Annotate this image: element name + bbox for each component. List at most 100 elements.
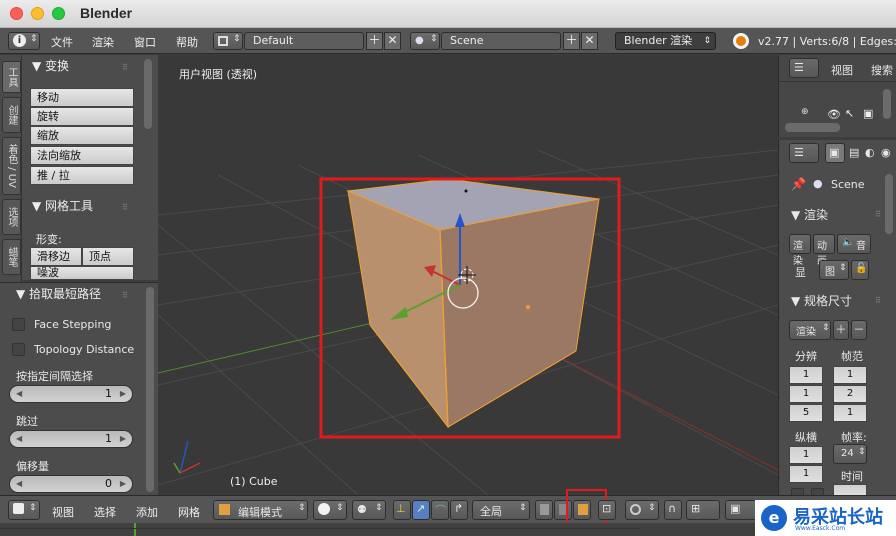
mesh-menu[interactable]: 网格 <box>178 504 200 520</box>
scene-select-button[interactable]: ● ⇕ <box>410 32 440 50</box>
select-menu[interactable]: 选择 <box>94 504 116 520</box>
rotate-button[interactable]: 旋转 <box>30 107 134 126</box>
add-layout-button[interactable]: ＋ <box>366 32 383 50</box>
selectable-arrow-icon[interactable]: ↖ <box>845 107 854 120</box>
outliner-search-menu[interactable]: 搜索 <box>871 62 893 78</box>
render-context-button[interactable]: ▣ <box>825 143 845 163</box>
scale-button[interactable]: 缩放 <box>30 126 134 145</box>
tab-shading-uv[interactable]: 着色 / UV <box>2 137 21 195</box>
decrement-arrow-icon[interactable]: ◀ <box>16 476 22 492</box>
aspect-y-field[interactable]: 1 <box>789 465 823 483</box>
tab-create[interactable]: 创建 <box>2 97 21 133</box>
drag-handle-icon[interactable]: ⠿ <box>122 291 128 300</box>
dimensions-panel-header[interactable]: ▼ 规格尺寸 <box>791 292 852 309</box>
frame-end-field[interactable]: 2 <box>833 385 867 403</box>
rotate-manipulator-button[interactable]: ⌒ <box>431 500 449 520</box>
minimize-window-button[interactable] <box>31 7 44 20</box>
manipulator-toggle[interactable]: ⊥ <box>393 500 411 520</box>
decrement-arrow-icon[interactable]: ◀ <box>16 386 22 402</box>
frame-start-field[interactable]: 1 <box>833 366 867 384</box>
render-audio-button[interactable]: 🔈 音 <box>837 234 871 254</box>
pivot-point-select[interactable]: ⚉ ⇕ <box>352 500 386 520</box>
screen-layout-button[interactable]: ⇕ <box>213 32 243 50</box>
remove-layout-button[interactable]: ✕ <box>384 32 401 50</box>
drag-handle-icon[interactable]: ⠿ <box>875 210 881 219</box>
editor-type-3dview-button[interactable]: ⇕ <box>8 500 40 520</box>
resolution-y-field[interactable]: 1 <box>789 385 823 403</box>
menu-help[interactable]: 帮助 <box>176 34 198 50</box>
tab-grease-pencil[interactable]: 蜡笔 <box>2 239 21 275</box>
3d-viewport[interactable]: 用户视图 (透视) (1) Cube <box>158 55 778 495</box>
transform-orientation-select[interactable]: 全局 ⇕ <box>472 500 530 520</box>
expand-plus-icon[interactable]: ⊕ <box>801 107 809 117</box>
add-menu[interactable]: 添加 <box>136 504 158 520</box>
viewport-shading-select[interactable]: ⇕ <box>313 500 347 520</box>
properties-scrollbar[interactable] <box>885 174 893 234</box>
visibility-eye-icon[interactable]: 👁 <box>827 108 841 121</box>
edge-slide-button[interactable]: 滑移边 <box>30 247 82 266</box>
drag-handle-icon[interactable]: ⠿ <box>122 203 128 212</box>
menu-render[interactable]: 渲染 <box>92 34 114 50</box>
drag-handle-icon[interactable]: ⠿ <box>875 296 881 305</box>
remove-preset-button[interactable]: － <box>851 320 867 340</box>
render-layers-icon[interactable]: ▤ <box>849 146 859 159</box>
outliner-view-menu[interactable]: 视图 <box>831 62 853 78</box>
remove-scene-button[interactable]: ✕ <box>581 32 598 50</box>
proportional-edit-select[interactable]: ⇕ <box>625 500 659 520</box>
render-panel-header[interactable]: ▼ 渲染 <box>791 206 828 223</box>
operator-panel-scrollbar[interactable] <box>146 287 154 492</box>
scale-manipulator-button[interactable]: ↱ <box>450 500 468 520</box>
increment-arrow-icon[interactable]: ▶ <box>120 386 126 402</box>
vertex-slide-button[interactable]: 顶点 <box>82 247 134 266</box>
interaction-mode-select[interactable]: 编辑模式 ⇕ <box>213 500 308 520</box>
decrement-arrow-icon[interactable]: ◀ <box>16 431 22 447</box>
view-menu[interactable]: 视图 <box>52 504 74 520</box>
screen-layout-field[interactable]: Default <box>244 32 364 50</box>
zoom-window-button[interactable] <box>52 7 65 20</box>
add-preset-button[interactable]: ＋ <box>833 320 849 340</box>
tool-shelf-scrollbar[interactable] <box>144 59 152 129</box>
transform-panel-header[interactable]: ▼ 变换 <box>22 55 158 77</box>
noise-button[interactable]: 噪波 <box>30 266 134 280</box>
world-context-icon[interactable]: ◉ <box>881 146 891 159</box>
render-animation-button[interactable]: 动画 <box>813 234 835 267</box>
frame-step-field[interactable]: 1 <box>833 404 867 422</box>
render-preset-select[interactable]: 渲染 ⇕ <box>789 320 831 340</box>
face-stepping-checkbox[interactable] <box>12 318 25 331</box>
scene-field[interactable]: Scene <box>441 32 561 50</box>
outliner-editor-type-button[interactable]: ☰ <box>789 58 819 78</box>
add-scene-button[interactable]: ＋ <box>563 32 580 50</box>
snap-toggle[interactable]: ∩ <box>664 500 682 520</box>
nth-selection-field[interactable]: ◀ 1 ▶ <box>9 385 133 403</box>
increment-arrow-icon[interactable]: ▶ <box>120 476 126 492</box>
menu-window[interactable]: 窗口 <box>134 34 156 50</box>
translate-manipulator-button[interactable]: ↗ <box>412 500 430 520</box>
resolution-percent-field[interactable]: 5 <box>789 404 823 422</box>
current-frame-marker[interactable] <box>134 523 136 536</box>
display-select[interactable]: 图 ⇕ <box>819 260 849 280</box>
render-camera-icon[interactable]: ▣ <box>863 107 873 120</box>
menu-file[interactable]: 文件 <box>51 34 73 50</box>
aspect-x-field[interactable]: 1 <box>789 446 823 464</box>
resolution-x-field[interactable]: 1 <box>789 366 823 384</box>
tab-tools[interactable]: 工具 <box>2 61 21 93</box>
mesh-tools-panel-header[interactable]: ▼ 网格工具 <box>22 195 158 217</box>
offset-field[interactable]: ◀ 0 ▶ <box>9 475 133 493</box>
topology-distance-checkbox[interactable] <box>12 343 25 356</box>
skip-field[interactable]: ◀ 1 ▶ <box>9 430 133 448</box>
shrink-fatten-button[interactable]: 法向缩放 <box>30 146 134 165</box>
frame-rate-select[interactable]: 24 ⇕ <box>833 444 867 464</box>
tab-options[interactable]: 选项 <box>2 199 21 235</box>
limit-selection-button[interactable]: ⊡ <box>598 500 616 520</box>
increment-arrow-icon[interactable]: ▶ <box>120 431 126 447</box>
move-button[interactable]: 移动 <box>30 88 134 107</box>
vertex-select-mode-button[interactable] <box>535 500 553 520</box>
pin-icon[interactable]: 📌 <box>791 177 806 191</box>
drag-handle-icon[interactable]: ⠿ <box>122 63 128 72</box>
outliner-h-scrollbar[interactable] <box>785 123 840 132</box>
outliner-v-scrollbar[interactable] <box>883 89 891 119</box>
push-pull-button[interactable]: 推 / 拉 <box>30 166 134 185</box>
properties-editor-type-button[interactable]: ☰ <box>789 143 819 163</box>
scene-context-icon[interactable]: ◐ <box>865 146 875 159</box>
render-image-button[interactable]: 渲染 <box>789 234 811 267</box>
